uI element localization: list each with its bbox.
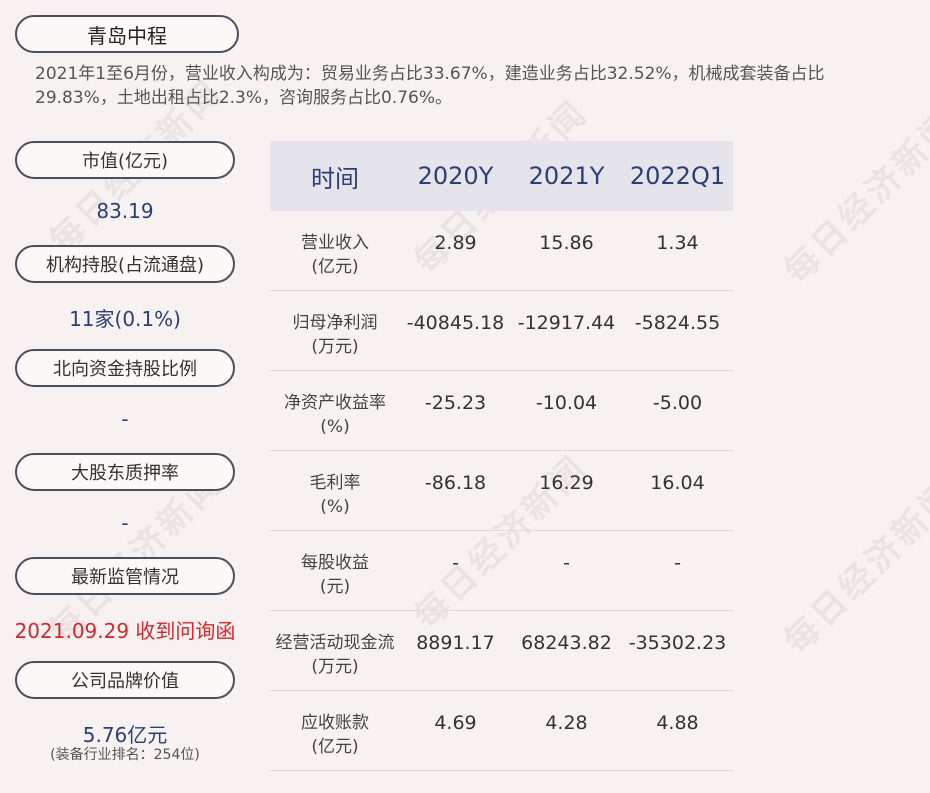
table-row: 营业收入 (亿元) 2.89 15.86 1.34	[270, 211, 733, 291]
market-cap-value: 83.19	[96, 199, 154, 223]
metric-value: -	[563, 552, 570, 574]
metric-value: 4.69	[434, 712, 477, 734]
watermark: 每日经济新闻	[776, 102, 930, 292]
header-2021y: 2021Y	[528, 162, 605, 190]
metric-value: -35302.23	[628, 632, 727, 654]
metric-value: 1.34	[656, 232, 699, 254]
table-row: 净资产收益率 (%) -25.23 -10.04 -5.00	[270, 371, 733, 451]
metric-value: 4.28	[545, 712, 588, 734]
metric-label: 毛利率 (%)	[309, 473, 361, 517]
brand-value-label: 公司品牌价值	[15, 661, 235, 699]
table-row: 毛利率 (%) -86.18 16.29 16.04	[270, 451, 733, 531]
table-row: 应收账款 (亿元) 4.69 4.28 4.88	[270, 691, 733, 771]
financial-table: 时间 2020Y 2021Y 2022Q1 营业收入 (亿元) 2.89 15.8…	[270, 141, 733, 771]
metric-value: 2.89	[434, 232, 477, 254]
metric-value: -	[674, 552, 681, 574]
northbound-ratio-label: 北向资金持股比例	[15, 349, 235, 387]
metric-value: -10.04	[535, 392, 598, 414]
metric-value: -	[452, 552, 459, 574]
header-2020y: 2020Y	[417, 162, 494, 190]
header-period: 时间	[311, 164, 359, 193]
table-row: 归母净利润 (万元) -40845.18 -12917.44 -5824.55	[270, 291, 733, 371]
metric-label: 经营活动现金流 (万元)	[275, 633, 395, 677]
metric-value: -5824.55	[634, 312, 721, 334]
pledge-ratio-label: 大股东质押率	[15, 453, 235, 491]
metric-value: 4.88	[656, 712, 699, 734]
table-row: 经营活动现金流 (万元) 8891.17 68243.82 -35302.23	[270, 611, 733, 691]
metric-label: 应收账款 (亿元)	[301, 713, 369, 757]
metric-label: 每股收益 (元)	[301, 553, 369, 597]
metric-value: -12917.44	[517, 312, 616, 334]
institutional-holdings-value: 11家(0.1%)	[69, 307, 181, 331]
northbound-ratio-value: -	[121, 407, 129, 431]
table-row: 每股收益 (元) - - -	[270, 531, 733, 611]
regulatory-status-value: 2021.09.29 收到问询函	[14, 619, 236, 643]
metric-value: -5.00	[652, 392, 703, 414]
institutional-holdings-label: 机构持股(占流通盘)	[15, 245, 235, 283]
market-cap-label: 市值(亿元)	[15, 141, 235, 179]
metric-value: 8891.17	[416, 632, 495, 654]
metric-value: 16.04	[650, 472, 705, 494]
watermark: 每日经济新闻	[776, 472, 930, 662]
metric-value: -25.23	[424, 392, 487, 414]
company-name: 青岛中程	[15, 15, 239, 53]
header-2022q1: 2022Q1	[629, 162, 726, 190]
pledge-ratio-value: -	[121, 511, 129, 535]
metric-value: -86.18	[424, 472, 487, 494]
metric-label: 营业收入 (亿元)	[301, 233, 369, 277]
metric-value: 68243.82	[521, 632, 612, 654]
revenue-summary: 2021年1至6月份，营业收入构成为：贸易业务占比33.67%，建造业务占比32…	[35, 64, 825, 108]
metric-value: 15.86	[539, 232, 594, 254]
regulatory-status-label: 最新监管情况	[15, 557, 235, 595]
metric-label: 归母净利润 (万元)	[292, 313, 378, 357]
table-header: 时间 2020Y 2021Y 2022Q1	[270, 141, 733, 211]
metric-label: 净资产收益率 (%)	[284, 393, 386, 437]
metric-value: 16.29	[539, 472, 594, 494]
brand-rank-note: (装备行业排名：254位)	[50, 747, 200, 763]
metric-value: -40845.18	[406, 312, 505, 334]
